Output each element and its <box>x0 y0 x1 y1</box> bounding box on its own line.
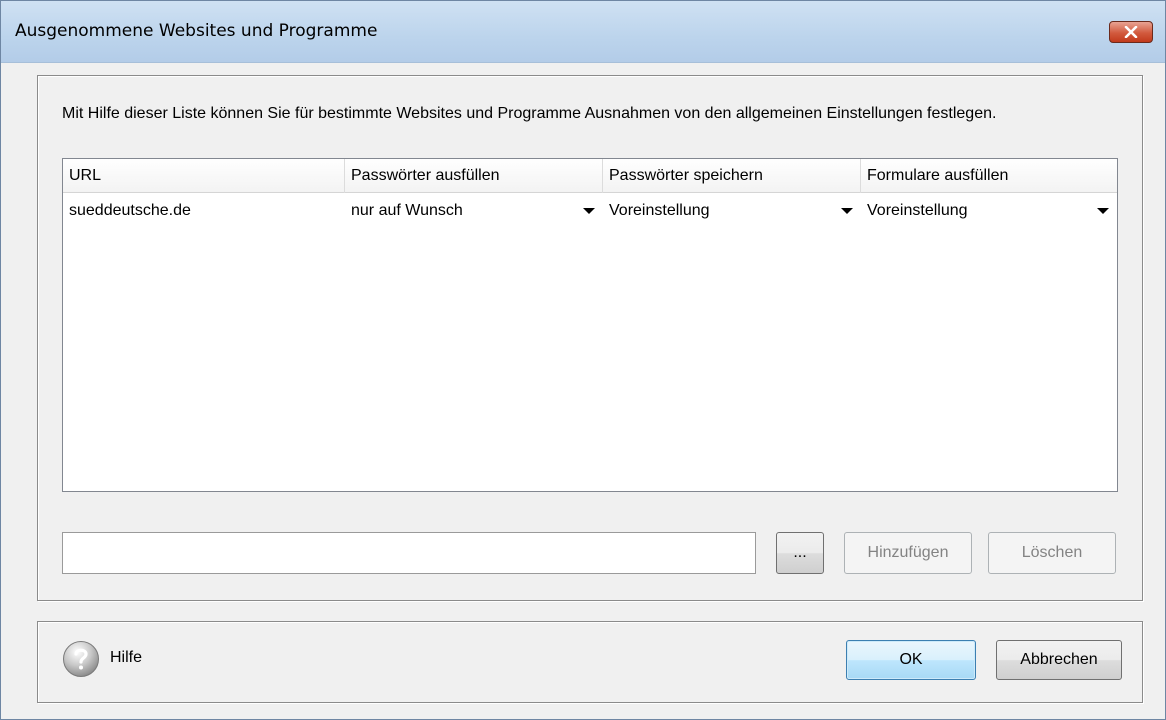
column-header-save-passwords[interactable]: Passwörter speichern <box>603 159 861 193</box>
chevron-down-icon[interactable] <box>1097 208 1109 214</box>
fill-passwords-dropdown[interactable]: nur auf Wunsch <box>345 194 603 228</box>
url-cell: sueddeutsche.de <box>69 202 191 219</box>
url-input[interactable] <box>62 532 756 574</box>
ok-button[interactable]: OK <box>846 640 976 680</box>
chevron-down-icon[interactable] <box>841 208 853 214</box>
chevron-down-icon[interactable] <box>583 208 595 214</box>
fill-forms-dropdown[interactable]: Voreinstellung <box>861 194 1117 228</box>
close-icon <box>1124 26 1138 38</box>
add-button[interactable]: Hinzufügen <box>844 532 972 574</box>
button-panel: Hilfe OK Abbrechen <box>37 621 1143 703</box>
table-row[interactable]: sueddeutsche.de nur auf Wunsch Voreinste… <box>63 194 1117 228</box>
help-label[interactable]: Hilfe <box>110 649 142 667</box>
column-header-url[interactable]: URL <box>63 159 345 193</box>
browse-button[interactable]: ... <box>776 532 824 574</box>
delete-button[interactable]: Löschen <box>988 532 1116 574</box>
cancel-button[interactable]: Abbrechen <box>996 640 1122 680</box>
fill-forms-value: Voreinstellung <box>867 202 968 219</box>
title-bar[interactable]: Ausgenommene Websites und Programme <box>1 1 1165 63</box>
column-header-fill-passwords[interactable]: Passwörter ausfüllen <box>345 159 603 193</box>
fill-passwords-value: nur auf Wunsch <box>351 202 463 219</box>
help-icon[interactable] <box>62 640 100 678</box>
close-button[interactable] <box>1109 21 1153 43</box>
list-header: URL Passwörter ausfüllen Passwörter spei… <box>63 159 1117 193</box>
description-text: Mit Hilfe dieser Liste können Sie für be… <box>62 105 997 122</box>
save-passwords-dropdown[interactable]: Voreinstellung <box>603 194 861 228</box>
column-header-fill-forms[interactable]: Formulare ausfüllen <box>861 159 1117 193</box>
exceptions-panel: Mit Hilfe dieser Liste können Sie für be… <box>37 75 1143 601</box>
save-passwords-value: Voreinstellung <box>609 202 710 219</box>
window-title: Ausgenommene Websites und Programme <box>15 21 378 41</box>
dialog-window: Ausgenommene Websites und Programme Mit … <box>0 0 1166 720</box>
exceptions-list[interactable]: URL Passwörter ausfüllen Passwörter spei… <box>62 158 1118 492</box>
